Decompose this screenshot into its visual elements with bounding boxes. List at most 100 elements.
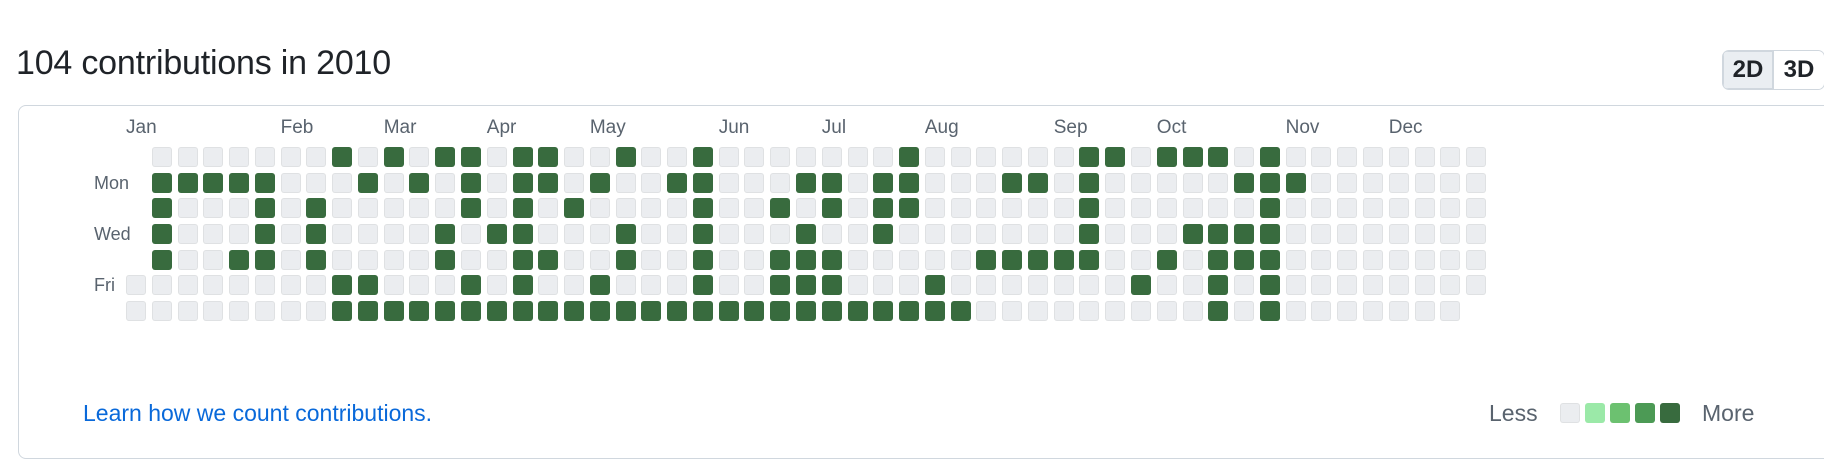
contribution-day-cell[interactable] xyxy=(1285,172,1306,193)
contribution-day-cell[interactable] xyxy=(692,249,713,270)
contribution-day-cell[interactable] xyxy=(151,147,172,167)
contribution-day-cell[interactable] xyxy=(1311,147,1332,167)
contribution-day-cell[interactable] xyxy=(1388,172,1409,193)
contribution-day-cell[interactable] xyxy=(1002,224,1023,245)
contribution-day-cell[interactable] xyxy=(1002,275,1023,296)
contribution-day-cell[interactable] xyxy=(1337,147,1358,167)
contribution-day-cell[interactable] xyxy=(1053,301,1074,322)
contribution-day-cell[interactable] xyxy=(1259,147,1280,167)
contribution-day-cell[interactable] xyxy=(229,198,250,219)
contribution-day-cell[interactable] xyxy=(306,275,327,296)
contribution-day-cell[interactable] xyxy=(744,249,765,270)
contribution-day-cell[interactable] xyxy=(177,275,198,296)
contribution-day-cell[interactable] xyxy=(280,147,301,167)
contribution-day-cell[interactable] xyxy=(1208,301,1229,322)
contribution-day-cell[interactable] xyxy=(1234,249,1255,270)
contribution-day-cell[interactable] xyxy=(796,172,817,193)
contribution-day-cell[interactable] xyxy=(1002,147,1023,167)
contribution-day-cell[interactable] xyxy=(589,172,610,193)
contribution-day-cell[interactable] xyxy=(435,275,456,296)
contribution-day-cell[interactable] xyxy=(1079,301,1100,322)
contribution-day-cell[interactable] xyxy=(976,198,997,219)
contribution-day-cell[interactable] xyxy=(589,147,610,167)
contribution-day-cell[interactable] xyxy=(1208,249,1229,270)
contribution-day-cell[interactable] xyxy=(1259,275,1280,296)
contribution-day-cell[interactable] xyxy=(692,198,713,219)
learn-contributions-link[interactable]: Learn how we count contributions. xyxy=(83,400,432,427)
contribution-day-cell[interactable] xyxy=(383,172,404,193)
contribution-day-cell[interactable] xyxy=(409,224,430,245)
contribution-day-cell[interactable] xyxy=(667,249,688,270)
contribution-day-cell[interactable] xyxy=(280,224,301,245)
contribution-day-cell[interactable] xyxy=(1311,224,1332,245)
contribution-day-cell[interactable] xyxy=(615,301,636,322)
contribution-day-cell[interactable] xyxy=(1182,301,1203,322)
contribution-day-cell[interactable] xyxy=(1105,249,1126,270)
contribution-day-cell[interactable] xyxy=(409,249,430,270)
contribution-day-cell[interactable] xyxy=(1027,301,1048,322)
contribution-day-cell[interactable] xyxy=(1131,301,1152,322)
contribution-day-cell[interactable] xyxy=(976,147,997,167)
contribution-day-cell[interactable] xyxy=(357,147,378,167)
contribution-day-cell[interactable] xyxy=(435,249,456,270)
contribution-day-cell[interactable] xyxy=(1362,224,1383,245)
view-2d-button[interactable]: 2D xyxy=(1723,51,1773,89)
contribution-day-cell[interactable] xyxy=(770,224,791,245)
contribution-day-cell[interactable] xyxy=(667,301,688,322)
contribution-day-cell[interactable] xyxy=(306,249,327,270)
contribution-day-cell[interactable] xyxy=(538,172,559,193)
contribution-day-cell[interactable] xyxy=(254,249,275,270)
contribution-day-cell[interactable] xyxy=(847,198,868,219)
contribution-day-cell[interactable] xyxy=(177,198,198,219)
contribution-day-cell[interactable] xyxy=(718,275,739,296)
contribution-day-cell[interactable] xyxy=(564,275,585,296)
contribution-day-cell[interactable] xyxy=(718,172,739,193)
contribution-day-cell[interactable] xyxy=(435,147,456,167)
contribution-day-cell[interactable] xyxy=(770,249,791,270)
contribution-day-cell[interactable] xyxy=(641,275,662,296)
contribution-day-cell[interactable] xyxy=(1414,172,1435,193)
contribution-day-cell[interactable] xyxy=(1440,198,1461,219)
contribution-day-cell[interactable] xyxy=(1156,275,1177,296)
contribution-day-cell[interactable] xyxy=(151,249,172,270)
contribution-day-cell[interactable] xyxy=(1466,224,1487,245)
contribution-day-cell[interactable] xyxy=(847,275,868,296)
contribution-day-cell[interactable] xyxy=(744,301,765,322)
contribution-day-cell[interactable] xyxy=(821,275,842,296)
contribution-day-cell[interactable] xyxy=(512,301,533,322)
contribution-day-cell[interactable] xyxy=(1105,301,1126,322)
contribution-day-cell[interactable] xyxy=(280,249,301,270)
contribution-day-cell[interactable] xyxy=(1131,224,1152,245)
contribution-day-cell[interactable] xyxy=(306,147,327,167)
contribution-day-cell[interactable] xyxy=(796,147,817,167)
contribution-day-cell[interactable] xyxy=(950,172,971,193)
contribution-day-cell[interactable] xyxy=(1388,275,1409,296)
contribution-day-cell[interactable] xyxy=(615,147,636,167)
contribution-day-cell[interactable] xyxy=(332,198,353,219)
contribution-day-cell[interactable] xyxy=(847,224,868,245)
contribution-day-cell[interactable] xyxy=(1388,147,1409,167)
contribution-day-cell[interactable] xyxy=(486,301,507,322)
contribution-day-cell[interactable] xyxy=(280,172,301,193)
contribution-day-cell[interactable] xyxy=(1337,249,1358,270)
contribution-day-cell[interactable] xyxy=(667,198,688,219)
contribution-day-cell[interactable] xyxy=(924,275,945,296)
contribution-day-cell[interactable] xyxy=(1388,249,1409,270)
contribution-day-cell[interactable] xyxy=(641,147,662,167)
contribution-day-cell[interactable] xyxy=(538,249,559,270)
contribution-day-cell[interactable] xyxy=(1285,198,1306,219)
contribution-day-cell[interactable] xyxy=(1337,224,1358,245)
contribution-day-cell[interactable] xyxy=(306,198,327,219)
contribution-day-cell[interactable] xyxy=(332,249,353,270)
contribution-day-cell[interactable] xyxy=(641,198,662,219)
contribution-day-cell[interactable] xyxy=(1079,275,1100,296)
contribution-day-cell[interactable] xyxy=(1105,198,1126,219)
contribution-day-cell[interactable] xyxy=(306,172,327,193)
contribution-day-cell[interactable] xyxy=(332,147,353,167)
contribution-day-cell[interactable] xyxy=(1440,301,1461,322)
view-3d-button[interactable]: 3D xyxy=(1773,51,1824,89)
contribution-day-cell[interactable] xyxy=(203,172,224,193)
contribution-day-cell[interactable] xyxy=(615,198,636,219)
contribution-day-cell[interactable] xyxy=(409,147,430,167)
contribution-day-cell[interactable] xyxy=(976,275,997,296)
